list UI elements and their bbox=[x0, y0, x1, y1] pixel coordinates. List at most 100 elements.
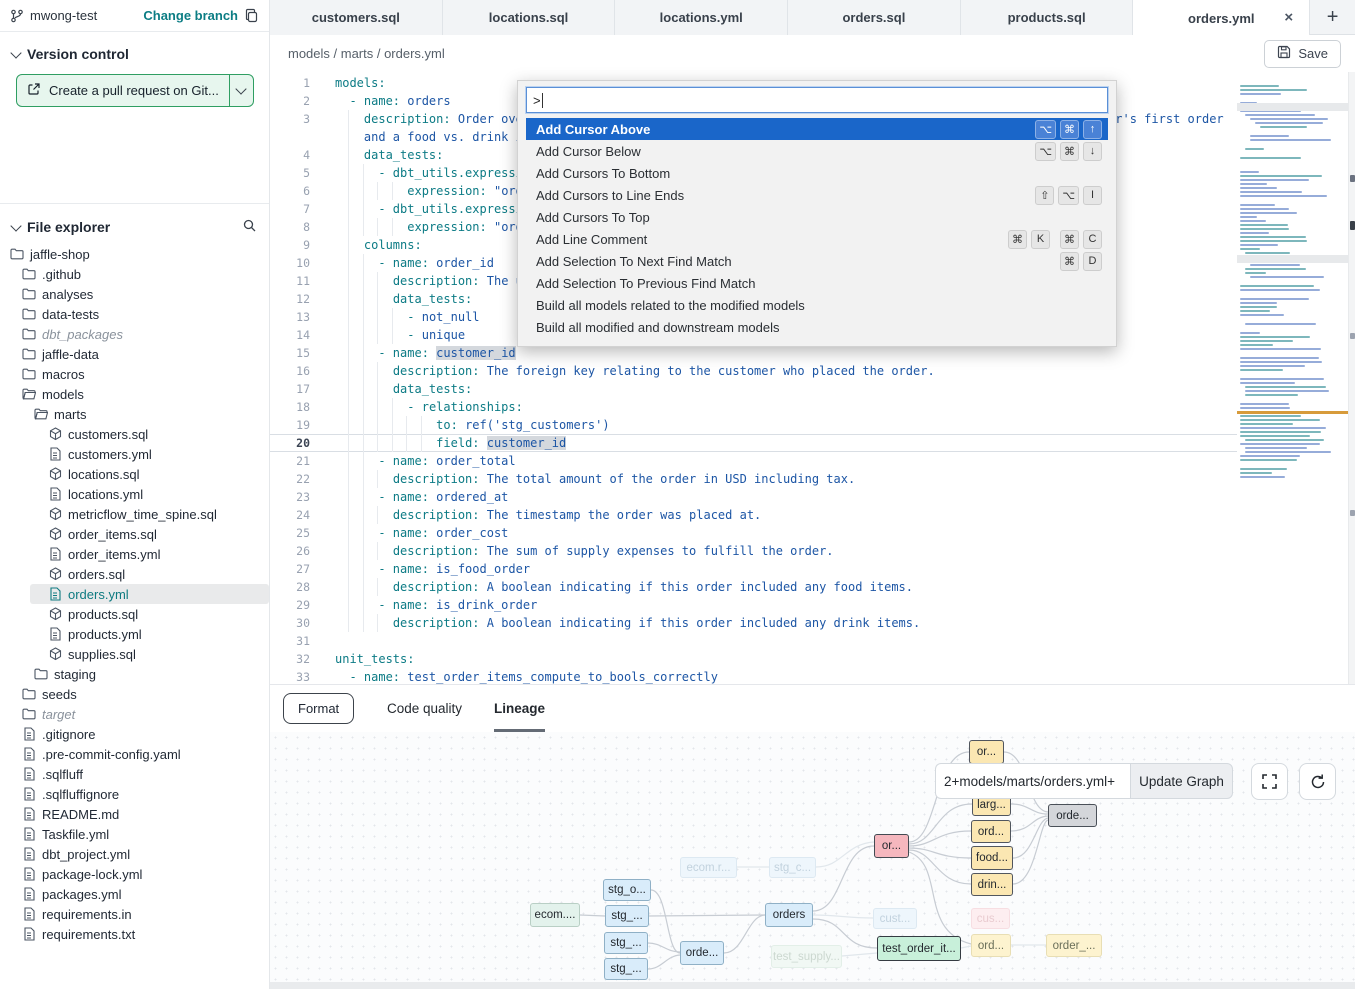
lineage-node-stg-[interactable]: stg_... bbox=[605, 905, 649, 927]
lineage-node-orde-[interactable]: orde... bbox=[680, 941, 724, 965]
file-explorer-header[interactable]: File explorer bbox=[0, 203, 269, 244]
file-tree-item-package-lock-yml[interactable]: package-lock.yml bbox=[0, 864, 269, 884]
tab-orders-yml[interactable]: orders.yml× bbox=[1133, 0, 1310, 36]
tab-locations-yml[interactable]: locations.yml bbox=[615, 0, 788, 35]
tab-orders-sql[interactable]: orders.sql bbox=[788, 0, 961, 35]
command-palette-input[interactable]: > bbox=[526, 87, 1108, 113]
code-line[interactable]: 31 bbox=[270, 632, 1237, 650]
lineage-node-stg-[interactable]: stg_... bbox=[604, 958, 648, 980]
search-icon[interactable] bbox=[242, 218, 257, 236]
file-tree-item-staging[interactable]: staging bbox=[0, 664, 269, 684]
copy-icon[interactable] bbox=[244, 8, 259, 23]
code-line[interactable]: 22 description: The total amount of the … bbox=[270, 470, 1237, 488]
version-control-header[interactable]: Version control bbox=[0, 32, 269, 70]
lineage-node-order-[interactable]: order_... bbox=[1046, 934, 1102, 957]
file-tree-item-jaffle-data[interactable]: jaffle-data bbox=[0, 344, 269, 364]
palette-item-add-cursors-to-bottom[interactable]: Add Cursors To Bottom bbox=[526, 162, 1108, 184]
code-line[interactable]: 17 data_tests: bbox=[270, 380, 1237, 398]
lineage-node-cust-[interactable]: cust... bbox=[873, 908, 917, 929]
lineage-graph[interactable]: ecom....stg_o...stg_...stg_...stg_...ord… bbox=[270, 732, 1355, 982]
file-tree-item-locations-sql[interactable]: locations.sql bbox=[0, 464, 269, 484]
file-tree-item-requirements-txt[interactable]: requirements.txt bbox=[0, 924, 269, 944]
lineage-node-drin-[interactable]: drin... bbox=[971, 873, 1013, 896]
palette-item-add-cursor-below[interactable]: Add Cursor Below⌥⌘↓ bbox=[526, 140, 1108, 162]
lineage-node-test-supply-[interactable]: test_supply... bbox=[771, 945, 842, 968]
file-tree-item--pre-commit-config-yaml[interactable]: .pre-commit-config.yaml bbox=[0, 744, 269, 764]
code-line[interactable]: 20 field: customer_id bbox=[270, 434, 1237, 452]
lineage-node-food-[interactable]: food... bbox=[971, 846, 1013, 870]
palette-item-add-cursor-above[interactable]: Add Cursor Above⌥⌘↑ bbox=[526, 118, 1108, 140]
code-line[interactable]: 30 description: A boolean indicating if … bbox=[270, 614, 1237, 632]
file-tree-item-products-sql[interactable]: products.sql bbox=[0, 604, 269, 624]
file-tree-item-target[interactable]: target bbox=[0, 704, 269, 724]
file-tree-item-jaffle-shop[interactable]: jaffle-shop bbox=[0, 244, 269, 264]
file-tree-item-order-items-yml[interactable]: order_items.yml bbox=[0, 544, 269, 564]
file-tree-item-taskfile-yml[interactable]: Taskfile.yml bbox=[0, 824, 269, 844]
code-line[interactable]: 16 description: The foreign key relating… bbox=[270, 362, 1237, 380]
lineage-node-stg-[interactable]: stg_... bbox=[604, 932, 648, 954]
code-line[interactable]: 32unit_tests: bbox=[270, 650, 1237, 668]
lineage-node-ecom-[interactable]: ecom.... bbox=[530, 903, 580, 927]
code-line[interactable]: 21 - name: order_total bbox=[270, 452, 1237, 470]
file-tree-item-dbt-packages[interactable]: dbt_packages bbox=[0, 324, 269, 344]
panel-tab-code-quality[interactable]: Code quality bbox=[387, 685, 462, 732]
palette-item-add-selection-to-next-find-match[interactable]: Add Selection To Next Find Match⌘D bbox=[526, 250, 1108, 272]
file-tree-item-requirements-in[interactable]: requirements.in bbox=[0, 904, 269, 924]
file-tree-item-packages-yml[interactable]: packages.yml bbox=[0, 884, 269, 904]
code-line[interactable]: 25 - name: order_cost bbox=[270, 524, 1237, 542]
file-tree-item--sqlfluffignore[interactable]: .sqlfluffignore bbox=[0, 784, 269, 804]
lineage-node-orde-[interactable]: orde... bbox=[1048, 804, 1097, 827]
file-tree-item-order-items-sql[interactable]: order_items.sql bbox=[0, 524, 269, 544]
lineage-node-stg-c-[interactable]: stg_c... bbox=[769, 857, 816, 878]
lineage-selector-input[interactable] bbox=[935, 763, 1130, 799]
palette-item-add-cursors-to-top[interactable]: Add Cursors To Top bbox=[526, 206, 1108, 228]
code-line[interactable]: 27 - name: is_food_order bbox=[270, 560, 1237, 578]
palette-item-add-line-comment[interactable]: Add Line Comment⌘K⌘C bbox=[526, 228, 1108, 250]
file-tree-item-macros[interactable]: macros bbox=[0, 364, 269, 384]
code-line[interactable]: 29 - name: is_drink_order bbox=[270, 596, 1237, 614]
lineage-node-or-[interactable]: or... bbox=[874, 834, 909, 858]
pr-dropdown-caret[interactable] bbox=[229, 75, 253, 106]
file-tree-item-marts[interactable]: marts bbox=[0, 404, 269, 424]
file-tree-item-readme-md[interactable]: README.md bbox=[0, 804, 269, 824]
lineage-node-ord-[interactable]: ord... bbox=[971, 820, 1011, 843]
tab-locations-sql[interactable]: locations.sql bbox=[443, 0, 616, 35]
change-branch-link[interactable]: Change branch bbox=[143, 8, 238, 23]
format-button[interactable]: Format bbox=[283, 693, 354, 724]
editor-scrollbar[interactable] bbox=[1348, 72, 1355, 685]
palette-item-add-selection-to-previous-find-match[interactable]: Add Selection To Previous Find Match bbox=[526, 272, 1108, 294]
file-tree-item--sqlfluff[interactable]: .sqlfluff bbox=[0, 764, 269, 784]
lineage-node-orders[interactable]: orders bbox=[765, 903, 813, 927]
file-tree-item-customers-yml[interactable]: customers.yml bbox=[0, 444, 269, 464]
file-tree-item-locations-yml[interactable]: locations.yml bbox=[0, 484, 269, 504]
code-line[interactable]: 23 - name: ordered_at bbox=[270, 488, 1237, 506]
file-tree-item-products-yml[interactable]: products.yml bbox=[0, 624, 269, 644]
code-line[interactable]: 26 description: The sum of supply expens… bbox=[270, 542, 1237, 560]
palette-item-build-all-models-related-to-the-modified-models[interactable]: Build all models related to the modified… bbox=[526, 294, 1108, 316]
minimap[interactable] bbox=[1237, 85, 1348, 517]
new-tab-button[interactable]: + bbox=[1310, 0, 1355, 34]
file-tree-item--github[interactable]: .github bbox=[0, 264, 269, 284]
update-graph-button[interactable]: Update Graph bbox=[1130, 763, 1233, 799]
code-line[interactable]: 24 description: The timestamp the order … bbox=[270, 506, 1237, 524]
code-line[interactable]: 18 - relationships: bbox=[270, 398, 1237, 416]
file-tree-item-metricflow-time-spine-sql[interactable]: metricflow_time_spine.sql bbox=[0, 504, 269, 524]
fullscreen-button[interactable] bbox=[1251, 763, 1288, 800]
code-line[interactable]: 33 - name: test_order_items_compute_to_b… bbox=[270, 668, 1237, 685]
lineage-node-or-[interactable]: or... bbox=[969, 740, 1004, 764]
lineage-node-ecom-r-[interactable]: ecom.r... bbox=[680, 857, 737, 878]
file-tree-item-customers-sql[interactable]: customers.sql bbox=[0, 424, 269, 444]
file-tree-item-seeds[interactable]: seeds bbox=[0, 684, 269, 704]
close-icon[interactable]: × bbox=[1284, 9, 1293, 26]
palette-item-build-all-modified-and-downstream-models[interactable]: Build all modified and downstream models bbox=[526, 316, 1108, 338]
file-tree-item-data-tests[interactable]: data-tests bbox=[0, 304, 269, 324]
file-tree-item-dbt-project-yml[interactable]: dbt_project.yml bbox=[0, 844, 269, 864]
create-pr-button[interactable]: Create a pull request on Git... bbox=[16, 74, 254, 107]
tab-products-sql[interactable]: products.sql bbox=[961, 0, 1134, 35]
file-tree-item-models[interactable]: models bbox=[0, 384, 269, 404]
file-tree-item-supplies-sql[interactable]: supplies.sql bbox=[0, 644, 269, 664]
file-tree-item-orders-yml[interactable]: orders.yml bbox=[30, 584, 269, 604]
file-tree-item-analyses[interactable]: analyses bbox=[0, 284, 269, 304]
panel-tab-lineage[interactable]: Lineage bbox=[494, 685, 545, 732]
lineage-hscrollbar[interactable] bbox=[270, 982, 1355, 989]
